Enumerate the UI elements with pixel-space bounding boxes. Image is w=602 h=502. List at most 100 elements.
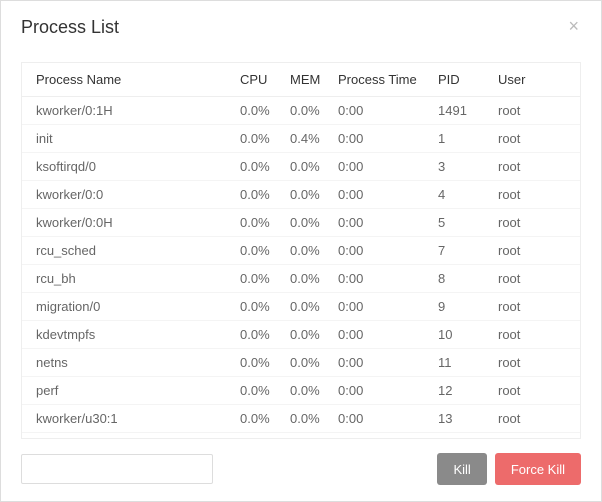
col-header-name[interactable]: Process Name bbox=[22, 63, 232, 97]
cell-mem: 0.0% bbox=[282, 181, 330, 209]
cell-time: 0:00 bbox=[330, 181, 430, 209]
cell-user: root bbox=[490, 433, 580, 440]
cell-time: 0:00 bbox=[330, 125, 430, 153]
cell-name: kworker/0:0H bbox=[22, 209, 232, 237]
cell-pid: 10 bbox=[430, 321, 490, 349]
table-row[interactable]: perf0.0%0.0%0:0012root bbox=[22, 377, 580, 405]
col-header-cpu[interactable]: CPU bbox=[232, 63, 282, 97]
cell-mem: 0.0% bbox=[282, 209, 330, 237]
cell-user: root bbox=[490, 97, 580, 125]
cell-name: rcu_bh bbox=[22, 265, 232, 293]
cell-time: 0:00 bbox=[330, 97, 430, 125]
table-row[interactable]: xenwatch0.0%0.0%0:0015root bbox=[22, 433, 580, 440]
cell-user: root bbox=[490, 153, 580, 181]
cell-pid: 1491 bbox=[430, 97, 490, 125]
cell-mem: 0.0% bbox=[282, 153, 330, 181]
cell-time: 0:00 bbox=[330, 433, 430, 440]
cell-pid: 12 bbox=[430, 377, 490, 405]
table-row[interactable]: migration/00.0%0.0%0:009root bbox=[22, 293, 580, 321]
cell-mem: 0.4% bbox=[282, 125, 330, 153]
col-header-user[interactable]: User bbox=[490, 63, 580, 97]
cell-pid: 11 bbox=[430, 349, 490, 377]
col-header-time[interactable]: Process Time bbox=[330, 63, 430, 97]
cell-cpu: 0.0% bbox=[232, 433, 282, 440]
cell-name: xenwatch bbox=[22, 433, 232, 440]
cell-mem: 0.0% bbox=[282, 293, 330, 321]
process-table-wrapper[interactable]: Process Name CPU MEM Process Time PID Us… bbox=[21, 62, 581, 439]
col-header-mem[interactable]: MEM bbox=[282, 63, 330, 97]
cell-cpu: 0.0% bbox=[232, 209, 282, 237]
table-row[interactable]: init0.0%0.4%0:001root bbox=[22, 125, 580, 153]
cell-time: 0:00 bbox=[330, 349, 430, 377]
cell-pid: 4 bbox=[430, 181, 490, 209]
cell-user: root bbox=[490, 349, 580, 377]
cell-mem: 0.0% bbox=[282, 433, 330, 440]
cell-user: root bbox=[490, 293, 580, 321]
table-row[interactable]: kdevtmpfs0.0%0.0%0:0010root bbox=[22, 321, 580, 349]
cell-mem: 0.0% bbox=[282, 321, 330, 349]
cell-cpu: 0.0% bbox=[232, 321, 282, 349]
table-row[interactable]: ksoftirqd/00.0%0.0%0:003root bbox=[22, 153, 580, 181]
cell-name: kworker/0:1H bbox=[22, 97, 232, 125]
cell-pid: 3 bbox=[430, 153, 490, 181]
cell-user: root bbox=[490, 321, 580, 349]
close-icon[interactable]: × bbox=[566, 17, 581, 35]
cell-name: kworker/0:0 bbox=[22, 181, 232, 209]
cell-pid: 8 bbox=[430, 265, 490, 293]
cell-time: 0:00 bbox=[330, 321, 430, 349]
cell-user: root bbox=[490, 181, 580, 209]
cell-pid: 5 bbox=[430, 209, 490, 237]
cell-time: 0:00 bbox=[330, 209, 430, 237]
cell-mem: 0.0% bbox=[282, 97, 330, 125]
modal-header: Process List × bbox=[1, 1, 601, 52]
cell-mem: 0.0% bbox=[282, 377, 330, 405]
cell-time: 0:00 bbox=[330, 237, 430, 265]
cell-cpu: 0.0% bbox=[232, 293, 282, 321]
process-list-modal: Process List × Process Name CPU MEM Proc… bbox=[0, 0, 602, 502]
cell-time: 0:00 bbox=[330, 265, 430, 293]
table-row[interactable]: kworker/0:1H0.0%0.0%0:001491root bbox=[22, 97, 580, 125]
table-row[interactable]: rcu_sched0.0%0.0%0:007root bbox=[22, 237, 580, 265]
cell-name: init bbox=[22, 125, 232, 153]
cell-user: root bbox=[490, 209, 580, 237]
cell-cpu: 0.0% bbox=[232, 125, 282, 153]
table-row[interactable]: kworker/0:00.0%0.0%0:004root bbox=[22, 181, 580, 209]
cell-cpu: 0.0% bbox=[232, 265, 282, 293]
cell-mem: 0.0% bbox=[282, 405, 330, 433]
table-row[interactable]: netns0.0%0.0%0:0011root bbox=[22, 349, 580, 377]
cell-user: root bbox=[490, 377, 580, 405]
table-header-row: Process Name CPU MEM Process Time PID Us… bbox=[22, 63, 580, 97]
cell-cpu: 0.0% bbox=[232, 405, 282, 433]
cell-time: 0:00 bbox=[330, 377, 430, 405]
cell-cpu: 0.0% bbox=[232, 181, 282, 209]
cell-pid: 9 bbox=[430, 293, 490, 321]
cell-user: root bbox=[490, 237, 580, 265]
table-row[interactable]: kworker/u30:10.0%0.0%0:0013root bbox=[22, 405, 580, 433]
cell-name: rcu_sched bbox=[22, 237, 232, 265]
modal-footer: Kill Force Kill bbox=[1, 439, 601, 501]
process-table: Process Name CPU MEM Process Time PID Us… bbox=[22, 63, 580, 439]
table-row[interactable]: rcu_bh0.0%0.0%0:008root bbox=[22, 265, 580, 293]
cell-mem: 0.0% bbox=[282, 349, 330, 377]
cell-cpu: 0.0% bbox=[232, 349, 282, 377]
cell-cpu: 0.0% bbox=[232, 377, 282, 405]
cell-pid: 15 bbox=[430, 433, 490, 440]
cell-name: kworker/u30:1 bbox=[22, 405, 232, 433]
force-kill-button[interactable]: Force Kill bbox=[495, 453, 581, 485]
cell-mem: 0.0% bbox=[282, 265, 330, 293]
cell-time: 0:00 bbox=[330, 293, 430, 321]
cell-cpu: 0.0% bbox=[232, 97, 282, 125]
cell-pid: 1 bbox=[430, 125, 490, 153]
cell-name: ksoftirqd/0 bbox=[22, 153, 232, 181]
col-header-pid[interactable]: PID bbox=[430, 63, 490, 97]
cell-pid: 13 bbox=[430, 405, 490, 433]
cell-user: root bbox=[490, 125, 580, 153]
modal-title: Process List bbox=[21, 17, 119, 38]
cell-cpu: 0.0% bbox=[232, 237, 282, 265]
cell-name: migration/0 bbox=[22, 293, 232, 321]
cell-mem: 0.0% bbox=[282, 237, 330, 265]
cell-name: perf bbox=[22, 377, 232, 405]
filter-input[interactable] bbox=[21, 454, 213, 484]
table-row[interactable]: kworker/0:0H0.0%0.0%0:005root bbox=[22, 209, 580, 237]
kill-button[interactable]: Kill bbox=[437, 453, 486, 485]
